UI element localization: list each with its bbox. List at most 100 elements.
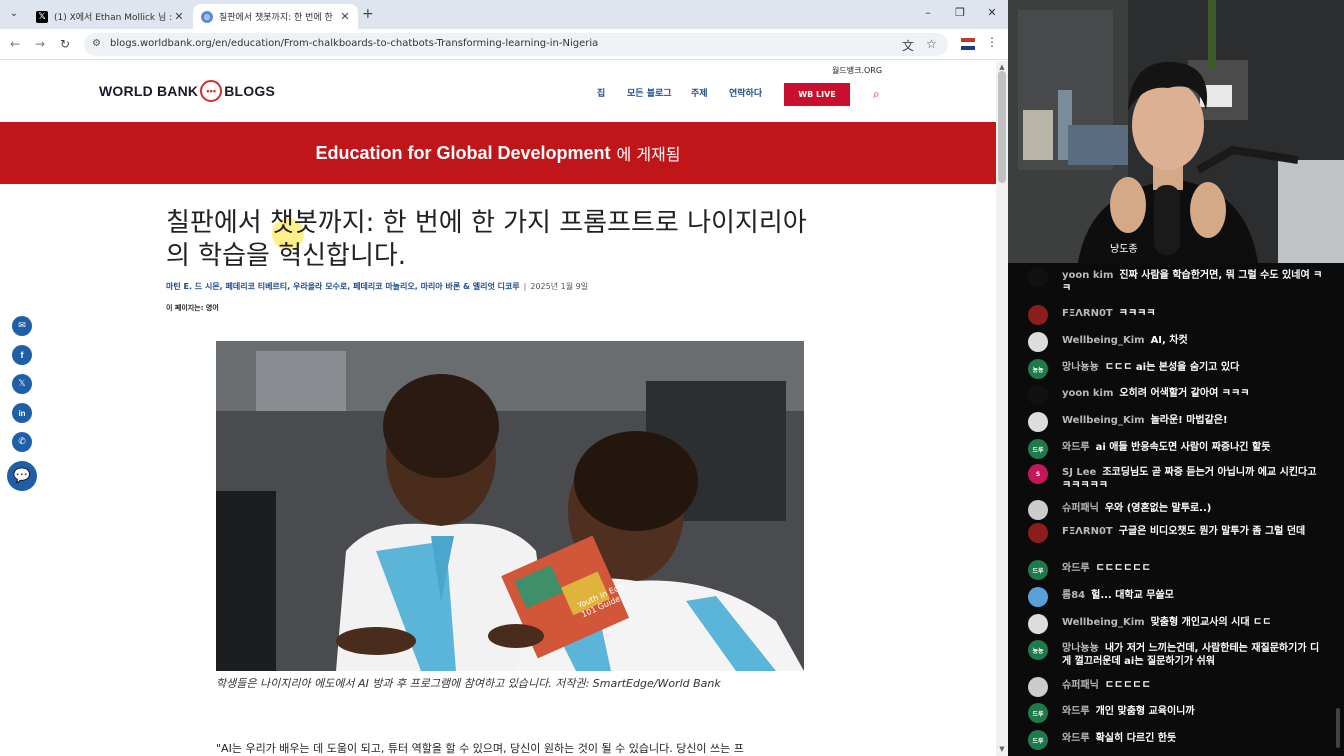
avatar[interactable]: 드루	[1028, 439, 1048, 459]
chat-author[interactable]: 망나뇽뇽	[1062, 643, 1099, 654]
chat-author[interactable]: SJ Lee	[1062, 467, 1096, 478]
nav-all-blogs[interactable]: 모든 블로그	[627, 86, 672, 99]
chat-author[interactable]: 롬84	[1062, 590, 1085, 601]
chat-author[interactable]: yoon kim	[1062, 388, 1113, 399]
chat-author[interactable]: Wellbeing_Kim	[1062, 617, 1145, 628]
nav-home[interactable]: 집	[597, 86, 605, 99]
avatar[interactable]	[1028, 614, 1048, 634]
chat-message-body: Wellbeing_Kim 놀라운! 마법같은!	[1062, 412, 1328, 427]
tab-search-chevron-icon[interactable]: ⌄	[6, 6, 22, 22]
chat-message: 롬84 헐... 대학교 무쓸모	[1028, 587, 1328, 607]
chat-author[interactable]: 와드루	[1062, 706, 1090, 717]
screen: ⌄ 𝕏 (1) X에서 Ethan Mollick 님 : "I ✕ ◍ 칠판에…	[0, 0, 1344, 756]
close-window-icon[interactable]: ✕	[984, 6, 1000, 19]
avatar[interactable]: 드루	[1028, 560, 1048, 580]
chat-message: 드루 와드루 ㄷㄷㄷㄷㄷㄷ	[1028, 560, 1328, 580]
scroll-down-icon[interactable]: ▼	[996, 745, 1008, 753]
close-icon[interactable]: ✕	[172, 10, 186, 23]
email-icon[interactable]: ✉	[12, 316, 32, 336]
avatar[interactable]	[1028, 385, 1048, 405]
facebook-icon[interactable]: f	[12, 345, 32, 365]
avatar[interactable]: 뇽뇽	[1028, 640, 1048, 660]
avatar[interactable]	[1028, 587, 1048, 607]
chat-author[interactable]: 슈퍼패닉	[1062, 680, 1099, 691]
forward-arrow-icon[interactable]: →	[33, 37, 47, 51]
chat-message: 드루 와드루 확실히 다르긴 한듯	[1028, 730, 1328, 750]
chat-message-body: 슈퍼패닉 ㄷㄷㄷㄷㄷ	[1062, 677, 1328, 692]
avatar[interactable]	[1028, 677, 1048, 697]
speech-bubble-icon: •••	[200, 80, 223, 102]
chat-author[interactable]: yoon kim	[1062, 270, 1113, 281]
avatar[interactable]: 뇽뇽	[1028, 359, 1048, 379]
tab-x-post[interactable]: 𝕏 (1) X에서 Ethan Mollick 님 : "I ✕	[28, 4, 192, 29]
whatsapp-icon[interactable]: ✆	[12, 432, 32, 452]
avatar[interactable]	[1028, 305, 1048, 325]
worldbank-org-link[interactable]: 월드뱅크.ORG	[832, 65, 882, 76]
x-icon[interactable]: 𝕏	[12, 374, 32, 394]
chat-text: ㄷㄷㄷㄷㄷ	[1104, 680, 1151, 691]
page-scrollbar[interactable]: ▲ ▼	[996, 61, 1008, 756]
chat-message: Wellbeing_Kim 놀라운! 마법같은!	[1028, 412, 1328, 432]
chat-message-body: Wellbeing_Kim 맞춤형 개인교사의 시대 ㄷㄷ	[1062, 614, 1328, 629]
publish-date: 2025년 1월 9일	[530, 282, 589, 291]
avatar[interactable]: 드루	[1028, 703, 1048, 723]
chat-message-body: 와드루 ai 애들 반응속도면 사람이 짜증나긴 할듯	[1062, 439, 1328, 454]
tab-strip: ⌄ 𝕏 (1) X에서 Ethan Mollick 님 : "I ✕ ◍ 칠판에…	[0, 0, 1008, 29]
comment-icon[interactable]: 💬	[7, 461, 37, 491]
worldbank-blogs-logo[interactable]: WORLD BANK ••• BLOGS	[99, 80, 275, 102]
avatar[interactable]	[1028, 412, 1048, 432]
chat-text: 확실히 다르긴 한듯	[1095, 733, 1177, 744]
chat-author[interactable]: 망나뇽뇽	[1062, 362, 1099, 373]
nav-topics[interactable]: 주제	[691, 86, 708, 99]
reload-icon[interactable]: ↻	[58, 37, 72, 51]
avatar[interactable]	[1028, 500, 1048, 520]
avatar[interactable]: S	[1028, 464, 1048, 484]
minimize-icon[interactable]: –	[920, 6, 936, 19]
x-logo-icon: 𝕏	[36, 10, 48, 23]
chat-message-body: 망나뇽뇽 내가 저거 느끼는건데, 사람한테는 재질문하기가 디게 껄끄러운데 a…	[1062, 640, 1328, 668]
more-menu-icon[interactable]: ⋮	[985, 35, 999, 49]
tab-worldbank-article[interactable]: ◍ 칠판에서 챗봇까지: 한 번에 한 ✕	[193, 4, 358, 29]
chat-author[interactable]: 와드루	[1062, 563, 1090, 574]
browser-window: ⌄ 𝕏 (1) X에서 Ethan Mollick 님 : "I ✕ ◍ 칠판에…	[0, 0, 1008, 756]
search-icon[interactable]: ⌕	[873, 87, 880, 102]
chat-author[interactable]: 와드루	[1062, 733, 1090, 744]
chat-author[interactable]: Wellbeing_Kim	[1062, 335, 1145, 346]
scroll-thumb[interactable]	[998, 71, 1006, 183]
linkedin-icon[interactable]: in	[12, 403, 32, 423]
url-text[interactable]: blogs.worldbank.org/en/education/From-ch…	[110, 38, 598, 49]
chat-author[interactable]: 와드루	[1062, 442, 1090, 453]
site-info-icon[interactable]: ⚙	[92, 38, 101, 49]
chat-author[interactable]: Wellbeing_Kim	[1062, 415, 1145, 426]
chat-message-body: 망나뇽뇽 ㄷㄷㄷ ai는 본성을 숨기고 있다	[1062, 359, 1328, 374]
wb-live-button[interactable]: WB LIVE	[784, 83, 850, 106]
series-name[interactable]: Education for Global Development	[316, 143, 611, 164]
chat-message: 슈퍼패닉 우와 (영혼없는 말투로..)	[1028, 500, 1328, 520]
chat-text: ㄷㄷㄷㄷㄷㄷ	[1095, 563, 1151, 574]
chat-message-body: 와드루 ㄷㄷㄷㄷㄷㄷ	[1062, 560, 1328, 575]
nav-contact[interactable]: 연락하다	[729, 86, 762, 99]
chat-author[interactable]: FΞΛRN0T	[1062, 308, 1113, 319]
author-list[interactable]: 마틴 E. 드 시몬, 페데리코 티베르티, 우라올라 모수로, 페데리코 마놀…	[166, 282, 520, 291]
translate-icon[interactable]: 文	[902, 37, 914, 54]
close-icon[interactable]: ✕	[338, 10, 352, 23]
chat-text: 오히려 어색할거 같아여 ㅋㅋㅋ	[1119, 388, 1250, 399]
chat-text: ㅋㅋㅋㅋ	[1118, 308, 1156, 319]
new-tab-button[interactable]: +	[362, 6, 374, 22]
back-arrow-icon[interactable]: ←	[8, 37, 22, 51]
scroll-up-icon[interactable]: ▲	[996, 63, 1008, 71]
chat-scroll-thumb[interactable]	[1336, 708, 1340, 748]
browser-toolbar: ← → ↻ ⚙ blogs.worldbank.org/en/education…	[0, 29, 1008, 60]
restore-icon[interactable]: ❐	[952, 6, 968, 19]
chat-author[interactable]: 슈퍼패닉	[1062, 503, 1099, 514]
avatar[interactable]	[1028, 523, 1048, 543]
avatar[interactable]	[1028, 332, 1048, 352]
address-bar[interactable]: ⚙ blogs.worldbank.org/en/education/From-…	[84, 33, 948, 56]
avatar[interactable]	[1028, 267, 1048, 287]
extension-flag-icon[interactable]	[961, 38, 975, 50]
webcam-feed: 냥도종	[1008, 0, 1344, 263]
chat-message: Wellbeing_Kim AI, 차컷	[1028, 332, 1328, 352]
chat-author[interactable]: FΞΛRN0T	[1062, 526, 1113, 537]
bookmark-star-icon[interactable]: ☆	[926, 37, 937, 51]
avatar[interactable]: 드루	[1028, 730, 1048, 750]
